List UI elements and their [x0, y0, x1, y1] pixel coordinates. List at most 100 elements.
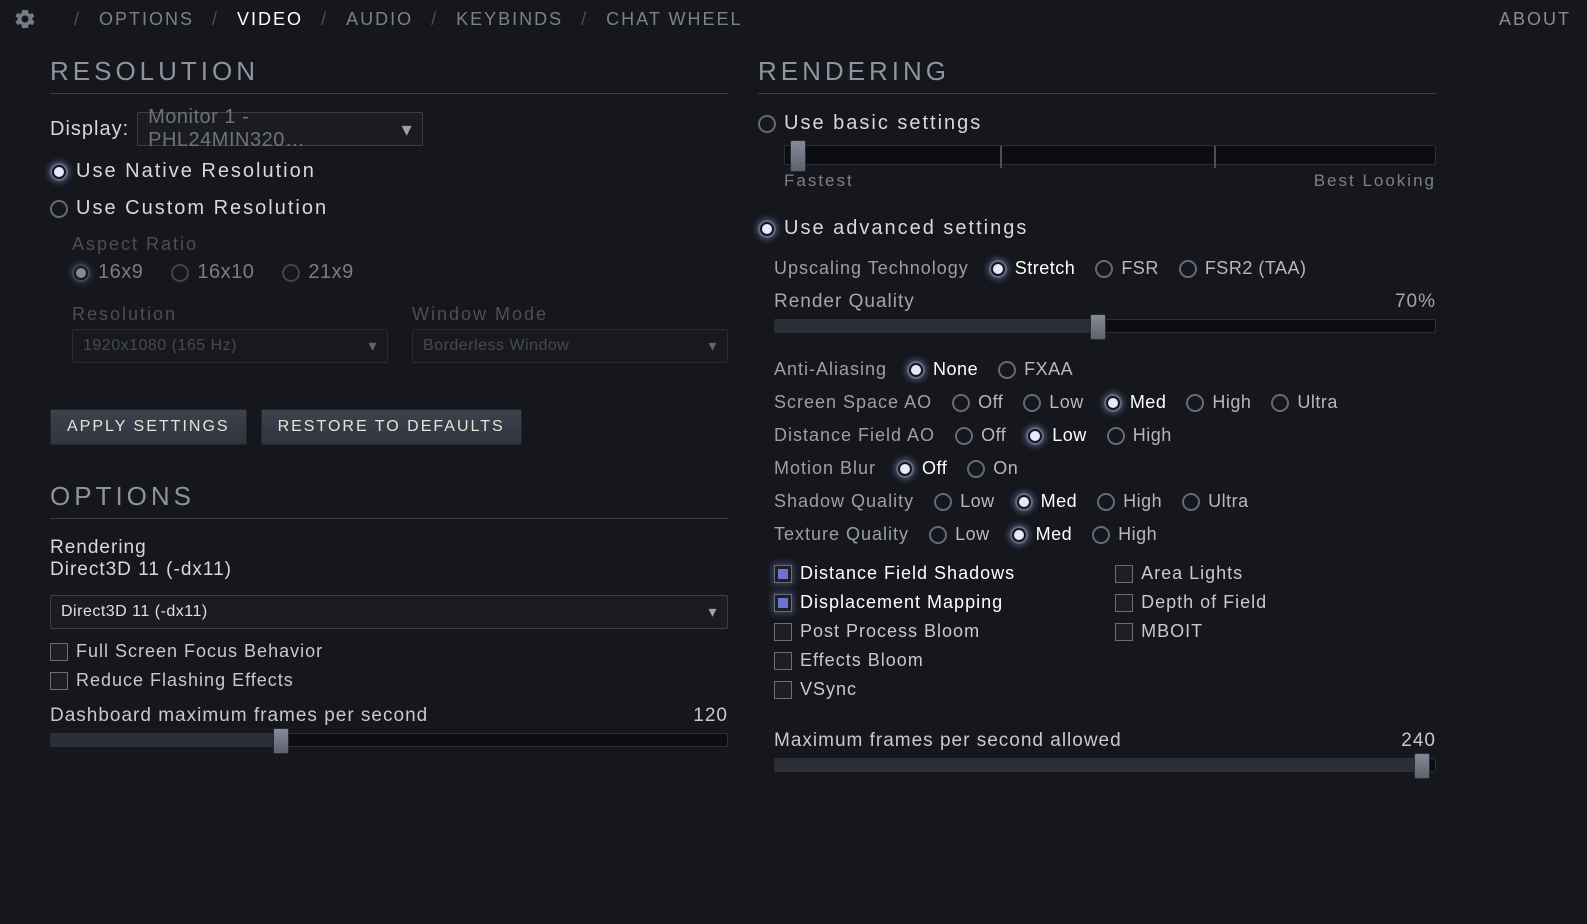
ssao-label: Screen Space AO [774, 392, 932, 413]
ssao-off-radio[interactable] [952, 394, 970, 412]
nav-chatwheel[interactable]: CHAT WHEEL [606, 9, 742, 30]
dfao-low-label: Low [1052, 425, 1087, 446]
aspect-16x9-radio[interactable] [72, 264, 90, 282]
rendering-select[interactable]: Direct3D 11 (-dx11) ▾ [50, 595, 728, 629]
ssao-low-label: Low [1049, 392, 1084, 413]
texture-med-radio[interactable] [1010, 526, 1028, 544]
shadow-low-radio[interactable] [934, 493, 952, 511]
ssao-ultra-radio[interactable] [1271, 394, 1289, 412]
reduce-flashing-checkbox[interactable] [50, 672, 68, 690]
fullscreen-focus-label: Full Screen Focus Behavior [76, 641, 323, 662]
rendering-label: Rendering [50, 537, 728, 559]
aspect-16x10-radio[interactable] [171, 264, 189, 282]
texture-low-radio[interactable] [929, 526, 947, 544]
aspect-16x9-label: 16x9 [98, 261, 143, 284]
texture-high-label: High [1118, 524, 1157, 545]
texture-quality-label: Texture Quality [774, 524, 909, 545]
ssao-med-label: Med [1130, 392, 1167, 413]
upscaling-stretch-label: Stretch [1015, 258, 1076, 279]
effects-bloom-label: Effects Bloom [800, 650, 924, 671]
settings-gear-icon[interactable] [12, 6, 38, 32]
texture-high-radio[interactable] [1092, 526, 1110, 544]
custom-resolution-radio[interactable] [50, 200, 68, 218]
shadow-med-radio[interactable] [1015, 493, 1033, 511]
dfao-off-label: Off [981, 425, 1006, 446]
chevron-down-icon: ▾ [402, 117, 413, 142]
shadow-ultra-radio[interactable] [1182, 493, 1200, 511]
shadow-med-label: Med [1041, 491, 1078, 512]
shadow-high-radio[interactable] [1097, 493, 1115, 511]
chevron-down-icon: ▾ [368, 336, 377, 356]
depth-of-field-checkbox[interactable] [1115, 594, 1133, 612]
upscaling-fsr2-radio[interactable] [1179, 260, 1197, 278]
max-fps-value: 240 [1401, 730, 1436, 752]
nav-audio[interactable]: AUDIO [346, 9, 413, 30]
window-mode-select[interactable]: Borderless Window ▾ [412, 329, 728, 363]
window-mode-select-value: Borderless Window [423, 337, 569, 355]
nav-about[interactable]: ABOUT [1499, 9, 1571, 30]
rendering-select-value: Direct3D 11 (-dx11) [61, 603, 208, 621]
basic-settings-radio[interactable] [758, 115, 776, 133]
basic-quality-slider[interactable] [784, 145, 1436, 165]
display-select[interactable]: Monitor 1 - PHL24MIN320… ▾ [137, 112, 423, 146]
basic-settings-label: Use basic settings [784, 112, 982, 135]
native-resolution-radio[interactable] [50, 163, 68, 181]
vsync-checkbox[interactable] [774, 681, 792, 699]
shadow-low-label: Low [960, 491, 995, 512]
render-quality-label: Render Quality [774, 291, 915, 313]
displacement-mapping-checkbox[interactable] [774, 594, 792, 612]
apply-settings-button[interactable]: APPLY SETTINGS [50, 409, 247, 445]
aspect-21x9-radio[interactable] [282, 264, 300, 282]
resolution-select-value: 1920x1080 (165 Hz) [83, 337, 237, 355]
area-lights-label: Area Lights [1141, 563, 1243, 584]
shadow-high-label: High [1123, 491, 1162, 512]
ssao-high-radio[interactable] [1186, 394, 1204, 412]
dashboard-fps-value: 120 [693, 705, 728, 727]
max-fps-slider[interactable] [774, 758, 1436, 772]
motion-blur-on-radio[interactable] [967, 460, 985, 478]
effects-bloom-checkbox[interactable] [774, 652, 792, 670]
aspect-ratio-label: Aspect Ratio [72, 234, 728, 255]
aa-none-radio[interactable] [907, 361, 925, 379]
dfao-high-radio[interactable] [1107, 427, 1125, 445]
displacement-mapping-label: Displacement Mapping [800, 592, 1003, 613]
nav-keybinds[interactable]: KEYBINDS [456, 9, 563, 30]
upscaling-stretch-radio[interactable] [989, 260, 1007, 278]
mboit-checkbox[interactable] [1115, 623, 1133, 641]
aspect-21x9-label: 21x9 [308, 261, 353, 284]
area-lights-checkbox[interactable] [1115, 565, 1133, 583]
ssao-low-radio[interactable] [1023, 394, 1041, 412]
resolution-select[interactable]: 1920x1080 (165 Hz) ▾ [72, 329, 388, 363]
nav-video[interactable]: VIDEO [237, 9, 303, 30]
post-process-bloom-checkbox[interactable] [774, 623, 792, 641]
aa-fxaa-label: FXAA [1024, 359, 1073, 380]
distance-field-shadows-checkbox[interactable] [774, 565, 792, 583]
motion-blur-off-label: Off [922, 458, 947, 479]
dfao-low-radio[interactable] [1026, 427, 1044, 445]
fullscreen-focus-checkbox[interactable] [50, 643, 68, 661]
rendering-title: RENDERING [758, 56, 1436, 87]
aa-none-label: None [933, 359, 978, 380]
reduce-flashing-label: Reduce Flashing Effects [76, 670, 294, 691]
ssao-med-radio[interactable] [1104, 394, 1122, 412]
shadow-ultra-label: Ultra [1208, 491, 1249, 512]
dfao-off-radio[interactable] [955, 427, 973, 445]
shadow-quality-label: Shadow Quality [774, 491, 914, 512]
dashboard-fps-label: Dashboard maximum frames per second [50, 705, 428, 727]
advanced-settings-radio[interactable] [758, 220, 776, 238]
advanced-settings-label: Use advanced settings [784, 217, 1028, 240]
motion-blur-on-label: On [993, 458, 1018, 479]
upscaling-fsr-radio[interactable] [1095, 260, 1113, 278]
aa-fxaa-radio[interactable] [998, 361, 1016, 379]
render-quality-slider[interactable] [774, 319, 1436, 333]
window-mode-label: Window Mode [412, 304, 728, 325]
dfao-high-label: High [1133, 425, 1172, 446]
nav-options[interactable]: OPTIONS [99, 9, 194, 30]
motion-blur-off-radio[interactable] [896, 460, 914, 478]
restore-defaults-button[interactable]: RESTORE TO DEFAULTS [261, 409, 522, 445]
chevron-down-icon: ▾ [708, 602, 717, 622]
slider-fastest-label: Fastest [784, 171, 854, 191]
dashboard-fps-slider[interactable] [50, 733, 728, 747]
display-label: Display: [50, 118, 129, 141]
ssao-high-label: High [1212, 392, 1251, 413]
